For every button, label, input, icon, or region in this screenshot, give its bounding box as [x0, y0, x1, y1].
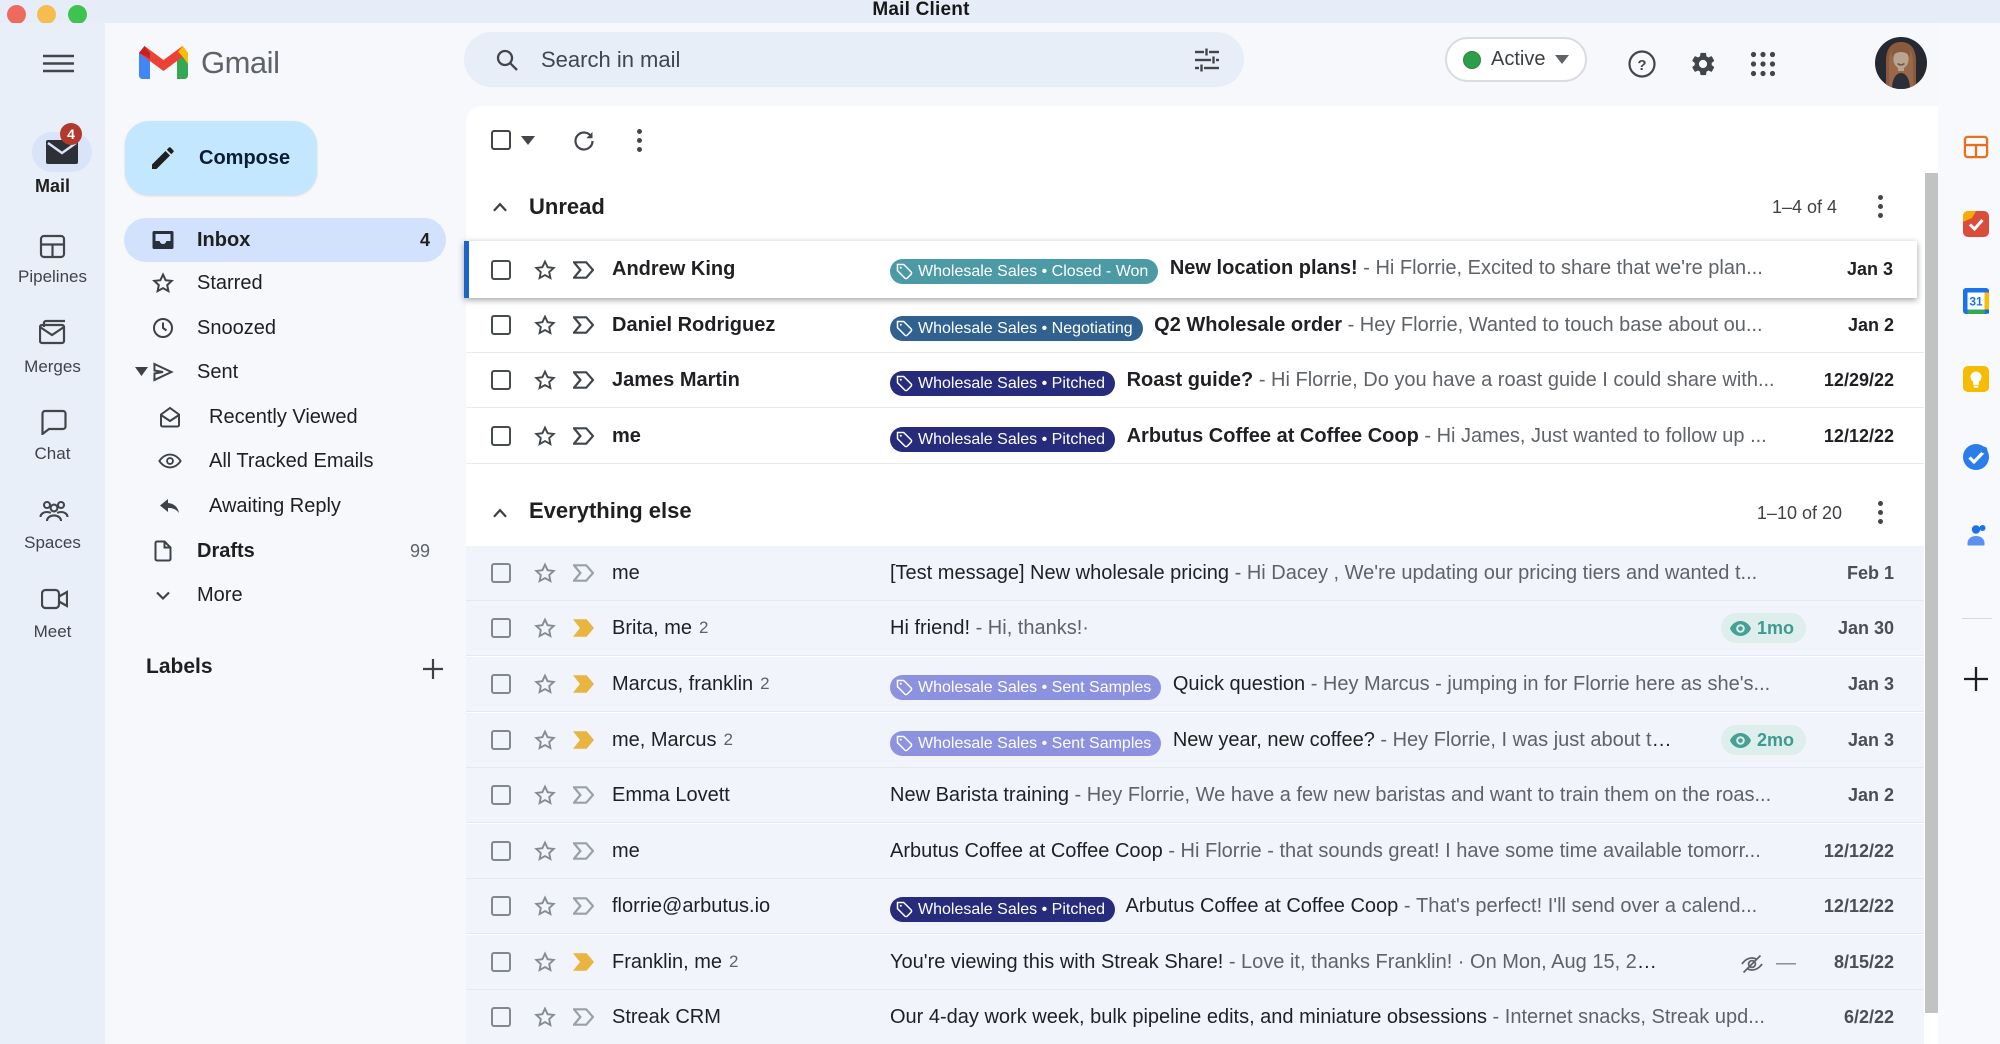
svg-text:31: 31 [1969, 295, 1983, 309]
svg-text:?: ? [1637, 57, 1646, 74]
